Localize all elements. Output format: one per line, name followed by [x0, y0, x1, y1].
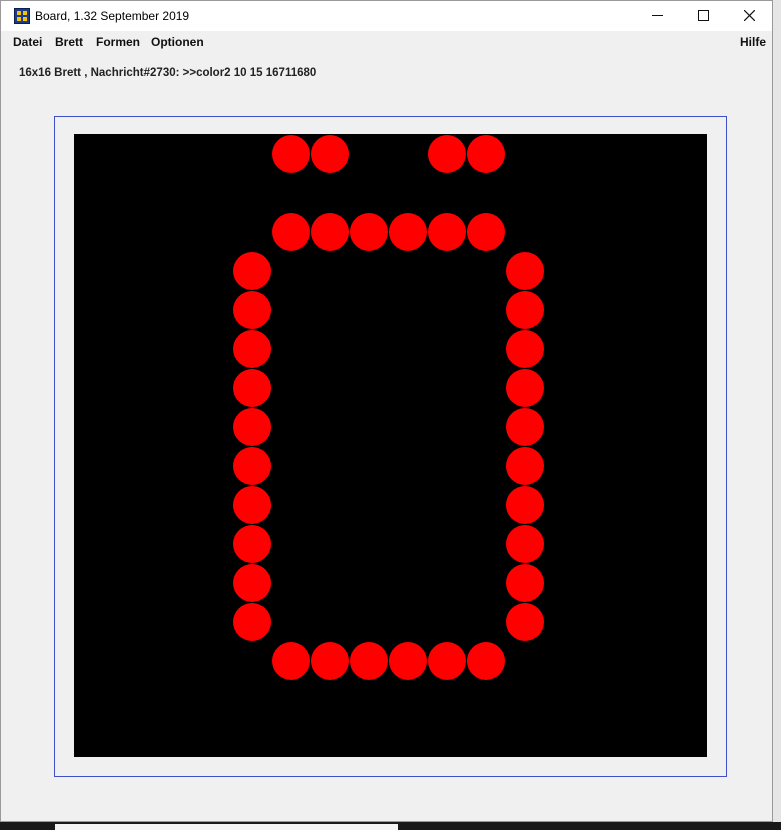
board-dot[interactable]	[233, 447, 271, 485]
board-dot[interactable]	[506, 525, 544, 563]
menu-datei[interactable]: Datei	[13, 35, 42, 49]
window-title: Board, 1.32 September 2019	[35, 9, 190, 23]
title-bar[interactable]: Board, 1.32 September 2019	[1, 1, 772, 31]
board-dot[interactable]	[506, 330, 544, 368]
board-dot[interactable]	[506, 564, 544, 602]
board-dot[interactable]	[233, 486, 271, 524]
board-dot[interactable]	[506, 486, 544, 524]
board-dot[interactable]	[389, 213, 427, 251]
minimize-button[interactable]	[634, 1, 680, 31]
menu-hilfe[interactable]: Hilfe	[740, 35, 766, 49]
board-dot[interactable]	[506, 369, 544, 407]
board-dot[interactable]	[467, 135, 505, 173]
board-dot[interactable]	[272, 642, 310, 680]
board-dot[interactable]	[506, 603, 544, 641]
menu-formen[interactable]: Formen	[96, 35, 140, 49]
board-dot[interactable]	[506, 408, 544, 446]
board-dot[interactable]	[233, 564, 271, 602]
close-button[interactable]	[726, 1, 772, 31]
board-dot[interactable]	[272, 135, 310, 173]
board-dot[interactable]	[233, 369, 271, 407]
board-dot[interactable]	[311, 642, 349, 680]
board-dot[interactable]	[233, 252, 271, 290]
board-dot[interactable]	[350, 642, 388, 680]
app-window: Board, 1.32 September 2019 Datei Brett F…	[0, 0, 773, 822]
board-dot[interactable]	[389, 642, 427, 680]
board-dot[interactable]	[233, 408, 271, 446]
board-dot[interactable]	[467, 642, 505, 680]
board-canvas[interactable]	[74, 134, 707, 757]
board-dot[interactable]	[311, 213, 349, 251]
board-dot[interactable]	[428, 135, 466, 173]
board-dot[interactable]	[467, 213, 505, 251]
board-dot[interactable]	[428, 642, 466, 680]
board-dot[interactable]	[233, 603, 271, 641]
menu-optionen[interactable]: Optionen	[151, 35, 204, 49]
close-icon	[743, 9, 755, 22]
maximize-icon	[697, 10, 709, 21]
board-dot[interactable]	[506, 252, 544, 290]
board-dot[interactable]	[506, 291, 544, 329]
board-dot[interactable]	[311, 135, 349, 173]
board-dot[interactable]	[350, 213, 388, 251]
minimize-icon	[651, 15, 663, 16]
board-dot[interactable]	[233, 330, 271, 368]
board-dot[interactable]	[428, 213, 466, 251]
board-dot[interactable]	[233, 525, 271, 563]
board-dot[interactable]	[233, 291, 271, 329]
status-message: 16x16 Brett , Nachricht#2730: >>color2 1…	[19, 67, 317, 79]
menu-brett[interactable]: Brett	[55, 35, 83, 49]
app-icon	[14, 8, 30, 24]
maximize-button[interactable]	[680, 1, 726, 31]
taskbar-edge	[0, 822, 781, 830]
board-dot[interactable]	[506, 447, 544, 485]
board-dot[interactable]	[272, 213, 310, 251]
background-window-edge	[773, 0, 781, 830]
menu-bar: Datei Brett Formen Optionen Hilfe	[1, 31, 772, 53]
